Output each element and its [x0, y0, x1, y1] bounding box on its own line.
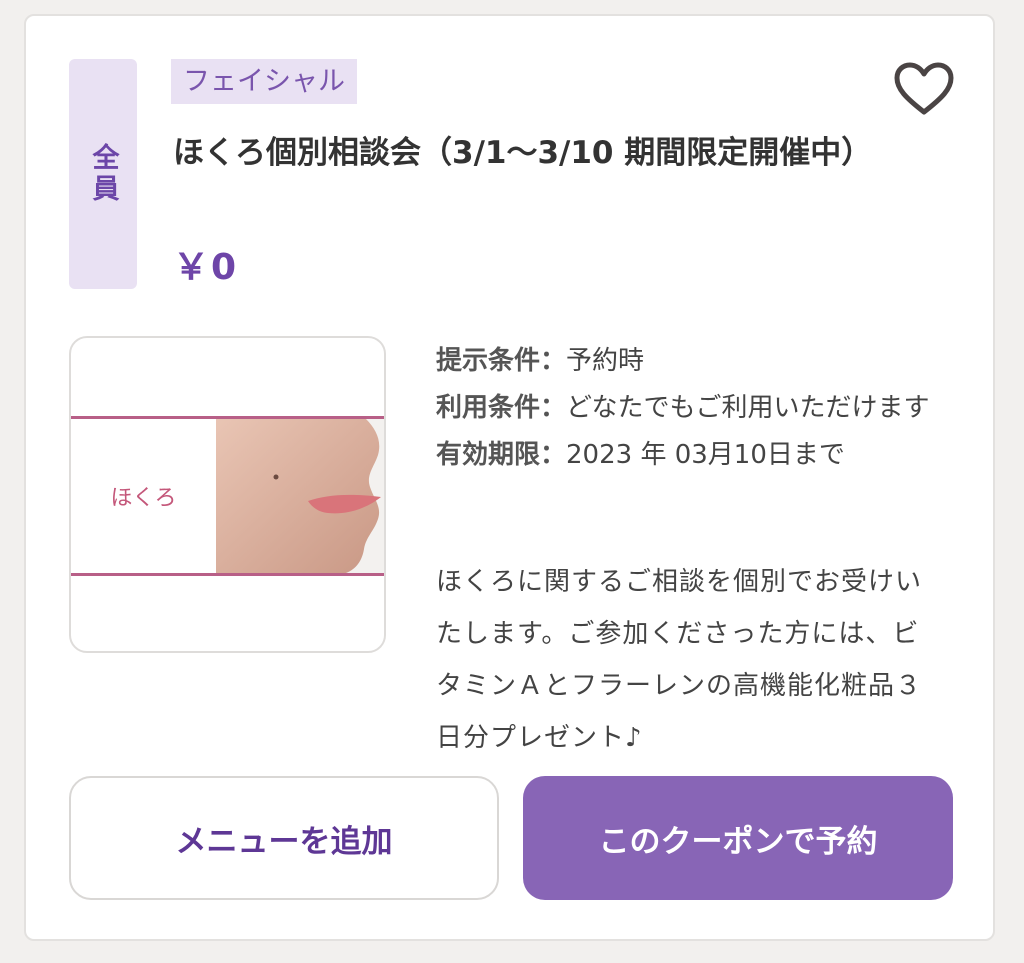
condition-value: どなたでもご利用いただけます [566, 393, 930, 423]
condition-key: 有効期限 [436, 440, 541, 470]
heart-outline-icon [894, 62, 954, 115]
condition-row: 提示条件 ： 予約時 [436, 338, 956, 385]
target-badge: 全員 [69, 59, 137, 289]
conditions-list: 提示条件 ： 予約時 利用条件 ： どなたでもご利用いただけます 有効期限 ： … [436, 338, 956, 479]
add-menu-button[interactable]: メニューを追加 [69, 776, 499, 900]
image-band: ほくろ [71, 416, 384, 576]
condition-row: 有効期限 ： 2023 年 03月10日まで [436, 432, 956, 479]
category-tag: フェイシャル [171, 59, 357, 104]
condition-separator: ： [540, 393, 567, 423]
condition-row: 利用条件 ： どなたでもご利用いただけます [436, 385, 956, 432]
condition-value: 2023 年 03月10日まで [566, 440, 845, 470]
coupon-price: ￥0 [173, 247, 239, 288]
condition-separator: ： [540, 440, 567, 470]
condition-separator: ： [540, 346, 567, 376]
coupon-title: ほくろ個別相談会（3/1〜3/10 期間限定開催中） [173, 135, 873, 171]
coupon-card: 全員 フェイシャル ほくろ個別相談会（3/1〜3/10 期間限定開催中） ￥0 … [24, 14, 995, 941]
face-photo [216, 419, 384, 573]
image-label: ほくろ [110, 486, 177, 511]
condition-key: 利用条件 [436, 393, 541, 423]
book-with-coupon-button[interactable]: このクーポンで予約 [523, 776, 953, 900]
coupon-image: ほくろ [69, 336, 386, 653]
target-label: 全員 [87, 143, 119, 205]
favorite-button[interactable] [892, 60, 956, 118]
coupon-description: ほくろに関するご相談を個別でお受けいたします。ご参加くださった方には、ビタミンＡ… [436, 567, 923, 753]
condition-value: 予約時 [566, 346, 645, 376]
condition-key: 提示条件 [436, 346, 541, 376]
